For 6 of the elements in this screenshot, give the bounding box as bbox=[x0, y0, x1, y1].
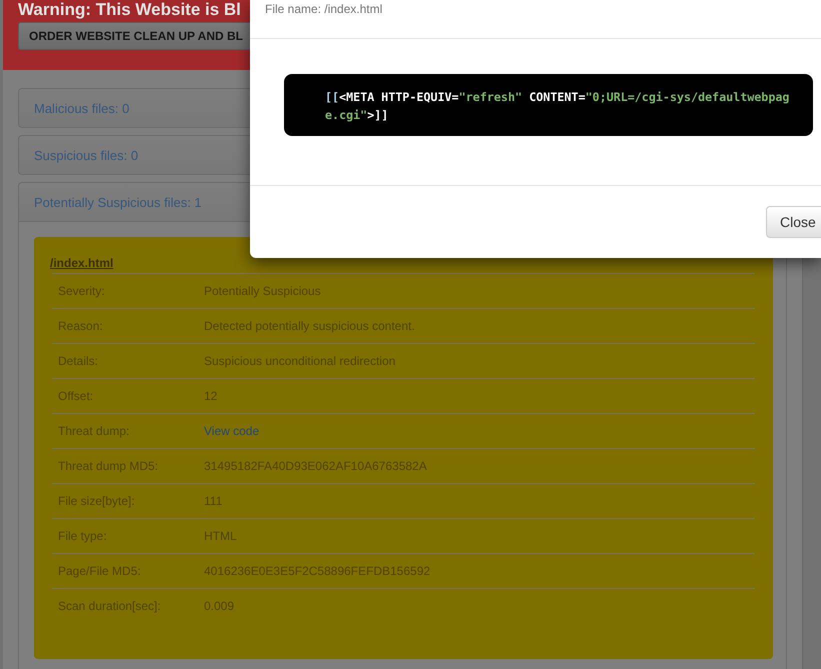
code-text: [[<META HTTP-EQUIV="refresh" CONTENT="0;URL=/cgi-sys/defaultwebpag e.cgi">]] bbox=[325, 89, 790, 124]
file-title: /index.html bbox=[50, 256, 114, 270]
file-name-title: File name: /index.html bbox=[265, 3, 382, 16]
detail-link[interactable]: View code bbox=[204, 424, 260, 438]
close-button[interactable]: Close bbox=[766, 206, 821, 238]
warning-title: Warning: This Website is Bl bbox=[18, 0, 241, 20]
